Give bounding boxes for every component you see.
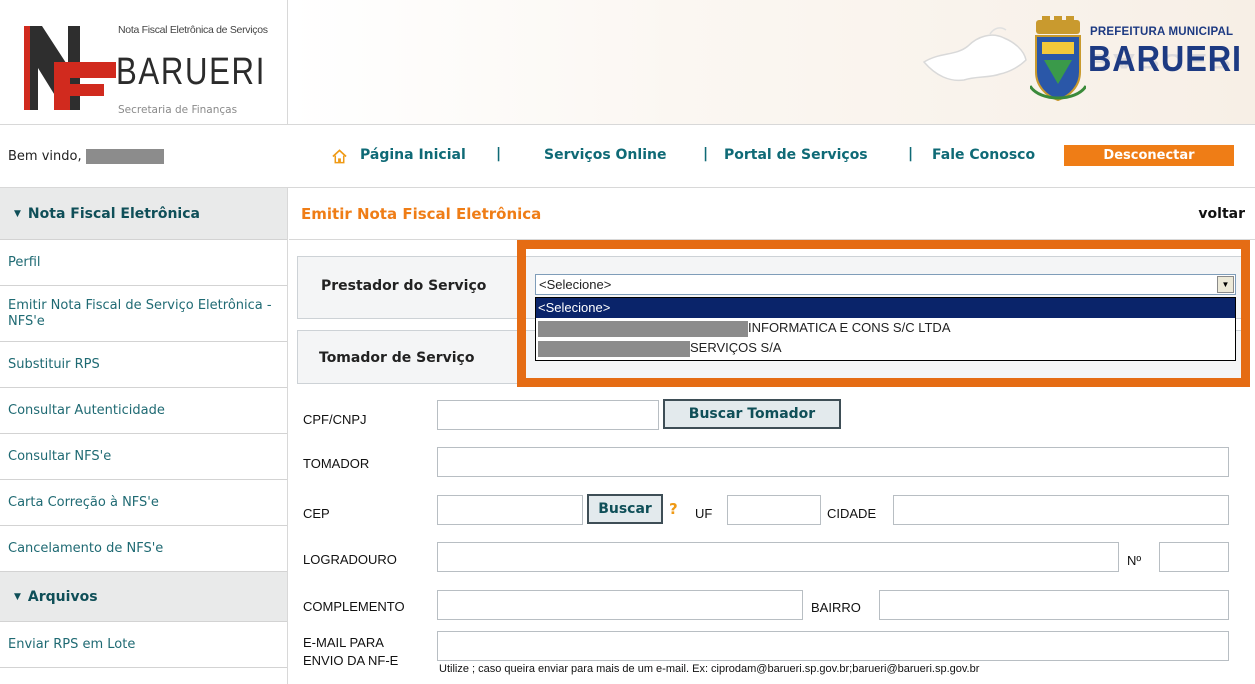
sidebar-item-substituir-rps[interactable]: Substituir RPS — [0, 342, 287, 388]
nav-separator: | — [703, 146, 709, 162]
redacted-username — [85, 149, 164, 164]
sidebar-section-arquivos[interactable]: ▼ Arquivos — [0, 572, 287, 622]
option-label: <Selecione> — [538, 300, 611, 315]
sidebar-item-perfil[interactable]: Perfil — [0, 240, 287, 286]
sidebar-item-cancelamento[interactable]: Cancelamento de NFS'e — [0, 526, 287, 572]
dropdown-option[interactable]: SERVIÇOS S/A — [536, 338, 1235, 358]
option-label: INFORMATICA E CONS S/C LTDA — [748, 320, 951, 335]
sidebar-section-label: Arquivos — [27, 588, 98, 605]
logo-tagline: Nota Fiscal Eletrônica de Serviços — [118, 24, 268, 36]
cep-help-icon[interactable]: ? — [669, 500, 678, 518]
city-map-icon — [922, 27, 1027, 82]
welcome-message: Bem vindo, — [8, 149, 164, 164]
logo-subtitle: Secretaria de Finanças — [118, 104, 238, 116]
buscar-tomador-button[interactable]: Buscar Tomador — [663, 399, 841, 429]
sidebar-section-label: Nota Fiscal Eletrônica — [27, 205, 200, 222]
site-header: Nota Fiscal Eletrônica de Serviços BARUE… — [0, 0, 1255, 124]
nav-contact-link[interactable]: Fale Conosco — [932, 147, 1035, 163]
page-header: Emitir Nota Fiscal Eletrônica voltar — [289, 188, 1255, 240]
dropdown-option[interactable]: INFORMATICA E CONS S/C LTDA — [536, 318, 1235, 338]
cpf-label: CPF/CNPJ — [303, 412, 367, 427]
cpf-input[interactable] — [437, 400, 659, 430]
sidebar-item-enviar-rps-lote[interactable]: Enviar RPS em Lote — [0, 622, 287, 668]
nfe-logo-icon — [24, 26, 116, 110]
bairro-input[interactable] — [879, 590, 1229, 620]
complemento-input[interactable] — [437, 590, 803, 620]
main-content: Emitir Nota Fiscal Eletrônica voltar Pre… — [289, 188, 1255, 684]
nav-home-link[interactable]: Página Inicial — [360, 147, 466, 163]
city-crest-icon — [1030, 16, 1086, 102]
sidebar-item-carta-correcao[interactable]: Carta Correção à NFS'e — [0, 480, 287, 526]
nav-services-online-link[interactable]: Serviços Online — [544, 147, 666, 163]
prefeitura-label: PREFEITURA MUNICIPAL — [1090, 26, 1234, 38]
caret-down-icon: ▼ — [14, 208, 21, 219]
email-input[interactable] — [437, 631, 1229, 661]
sidebar-item-consultar-autenticidade[interactable]: Consultar Autenticidade — [0, 388, 287, 434]
redacted-company-name — [538, 340, 690, 357]
prestador-dropdown-list: <Selecione> INFORMATICA E CONS S/C LTDA … — [535, 297, 1236, 361]
select-value: <Selecione> — [539, 277, 612, 292]
cep-input[interactable] — [437, 495, 583, 525]
back-link[interactable]: voltar — [1198, 206, 1245, 222]
logradouro-label: LOGRADOURO — [303, 552, 397, 567]
nav-separator: | — [908, 146, 914, 162]
dropdown-arrow-icon[interactable]: ▼ — [1217, 276, 1234, 293]
logout-button[interactable]: Desconectar — [1064, 145, 1234, 166]
buscar-cep-button[interactable]: Buscar — [587, 494, 663, 524]
email-label-line1: E-MAIL PARA — [303, 635, 384, 650]
numero-input[interactable] — [1159, 542, 1229, 572]
uf-label: UF — [695, 506, 713, 521]
numero-label: Nº — [1127, 553, 1142, 568]
tomador-field-label: TOMADOR — [303, 456, 370, 471]
logradouro-input[interactable] — [437, 542, 1119, 572]
top-navigation: Bem vindo, Página Inicial | Serviços Onl… — [0, 124, 1255, 188]
cidade-input[interactable] — [893, 495, 1229, 525]
uf-input[interactable] — [727, 495, 821, 525]
email-hint: Utilize ; caso queira enviar para mais d… — [439, 663, 980, 675]
cidade-label: CIDADE — [827, 506, 877, 521]
email-label-line2: ENVIO DA NF-E — [303, 653, 399, 668]
tomador-input[interactable] — [437, 447, 1229, 477]
caret-down-icon: ▼ — [14, 591, 21, 602]
nav-portal-link[interactable]: Portal de Serviços — [724, 147, 868, 163]
complemento-label: COMPLEMENTO — [303, 599, 405, 614]
tomador-label: Tomador de Serviço — [319, 350, 475, 366]
prestador-select[interactable]: <Selecione> ▼ — [535, 274, 1236, 295]
dropdown-option[interactable]: <Selecione> — [536, 298, 1235, 318]
cep-label: CEP — [303, 506, 330, 521]
option-label: SERVIÇOS S/A — [690, 340, 782, 355]
bairro-label: BAIRRO — [811, 600, 861, 615]
nav-separator: | — [496, 146, 502, 162]
home-icon[interactable] — [332, 149, 347, 164]
page-title: Emitir Nota Fiscal Eletrônica — [301, 205, 542, 223]
welcome-text: Bem vindo, — [8, 149, 82, 164]
sidebar-item-emitir-nfse[interactable]: Emitir Nota Fiscal de Serviço Eletrônica… — [0, 286, 287, 342]
sidebar-item-consultar-nfse[interactable]: Consultar NFS'e — [0, 434, 287, 480]
logo-city-name: BARUERI — [116, 51, 266, 93]
prefeitura-city-reflection: BARUERI — [1088, 49, 1242, 74]
redacted-company-name — [538, 320, 748, 337]
prestador-label: Prestador do Serviço — [321, 278, 487, 294]
sidebar: ▼ Nota Fiscal Eletrônica Perfil Emitir N… — [0, 188, 288, 684]
nfe-logo-area[interactable]: Nota Fiscal Eletrônica de Serviços BARUE… — [0, 0, 288, 124]
sidebar-section-nfe[interactable]: ▼ Nota Fiscal Eletrônica — [0, 188, 287, 240]
